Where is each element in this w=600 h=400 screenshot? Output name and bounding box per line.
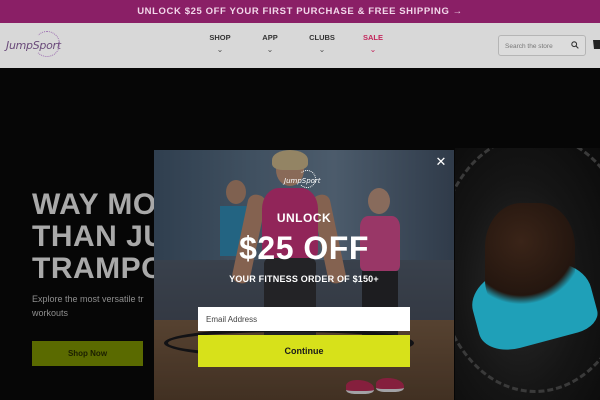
search-box	[498, 35, 586, 56]
chevron-down-icon: ⌄	[318, 45, 326, 54]
nav-sale-label: SALE	[362, 33, 383, 42]
page: UNLOCK $25 OFF YOUR FIRST PURCHASE & FRE…	[0, 0, 600, 400]
hero-subtitle: Explore the most versatile tr workouts	[32, 294, 144, 318]
chevron-down-icon: ⌄	[369, 45, 377, 54]
modal-order-text: YOUR FITNESS ORDER OF $150+	[229, 274, 379, 284]
continue-button[interactable]: Continue	[198, 335, 410, 367]
site-header: JumpSport SHOP ⌄ APP ⌄ CLUBS ⌄ SALE ⌄	[0, 23, 600, 68]
modal-unlock-text: UNLOCK	[276, 211, 332, 225]
promo-text[interactable]: UNLOCK $25 OFF YOUR FIRST PURCHASE & FRE…	[137, 6, 463, 17]
modal-logo: JumpSport	[284, 170, 324, 192]
cart-icon[interactable]	[592, 37, 600, 51]
discount-modal: ✕ JumpSport UNLOCK $25 OFF YOUR FITNESS …	[154, 150, 454, 400]
nav-app-label: APP	[262, 33, 278, 42]
chevron-down-icon: ⌄	[266, 45, 274, 54]
nav-sale[interactable]: SALE ⌄	[348, 33, 398, 54]
hero-image	[455, 148, 600, 400]
nav-shop[interactable]: SHOP ⌄	[195, 33, 245, 54]
search-icon[interactable]	[571, 41, 579, 49]
nav-clubs-label: CLUBS	[309, 33, 335, 42]
hero-person	[485, 203, 575, 313]
chevron-down-icon: ⌄	[216, 45, 224, 54]
close-icon[interactable]: ✕	[435, 155, 447, 168]
modal-offer-text: $25 OFF	[239, 230, 369, 266]
email-field[interactable]	[198, 307, 410, 331]
nav-app[interactable]: APP ⌄	[245, 33, 295, 54]
nav-shop-label: SHOP	[209, 33, 231, 42]
nav-clubs[interactable]: CLUBS ⌄	[297, 33, 347, 54]
shop-now-button[interactable]: Shop Now	[32, 341, 143, 366]
logo-swirl-icon	[298, 170, 316, 188]
search-input[interactable]	[505, 39, 571, 53]
promo-banner[interactable]: UNLOCK $25 OFF YOUR FIRST PURCHASE & FRE…	[0, 0, 600, 23]
